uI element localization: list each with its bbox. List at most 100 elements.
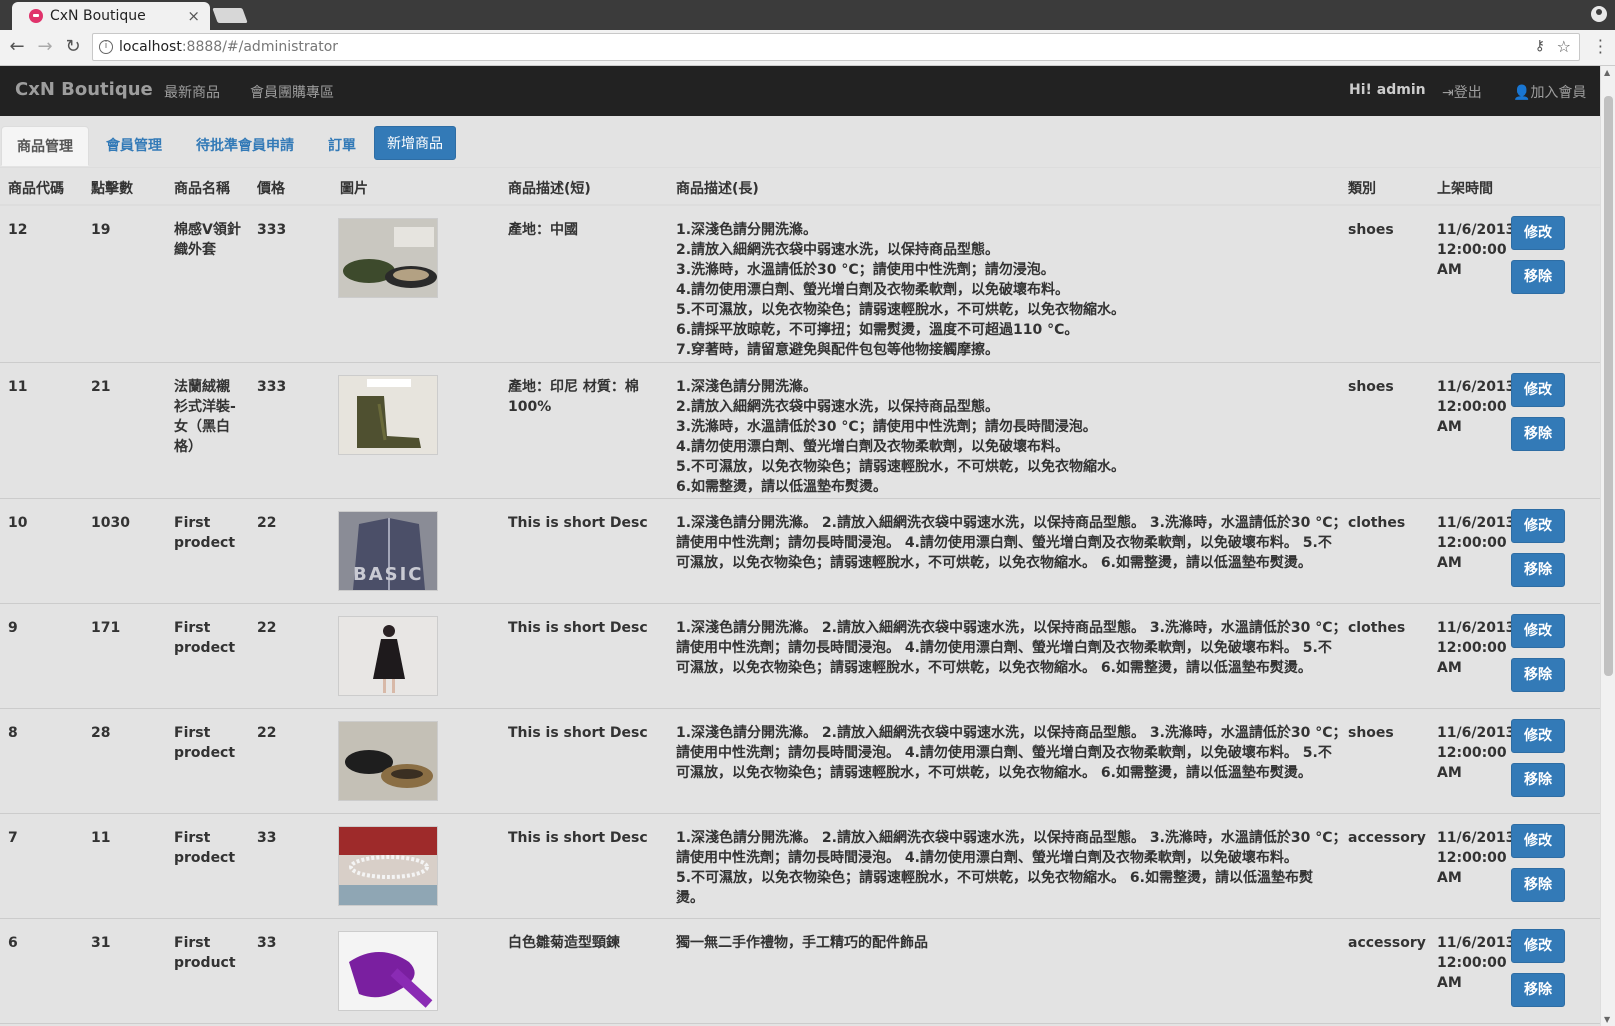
long-description: 1.深淺色請分開洗滌。 2.請放入細網洗衣袋中弱速水洗，以保持商品型態。 3.洗… xyxy=(676,620,1347,676)
nav-link-group-buy[interactable]: 會員團購專區 xyxy=(250,82,334,102)
product-price: 333 xyxy=(257,222,287,238)
join-member-link[interactable]: 👤加入會員 xyxy=(1513,82,1586,102)
header-category: 類別 xyxy=(1348,181,1376,197)
product-price: 33 xyxy=(257,830,277,846)
long-description: 1.深淺色請分開洗滌。 2.請放入細網洗衣袋中弱速水洗，以保持商品型態。 3.洗… xyxy=(676,725,1347,781)
table-row: 6 31 First product 33 白色雛菊造型頸鍊 獨一無二手作禮物，手工精巧的配… xyxy=(0,919,1600,1024)
tab-member-management[interactable]: 會員管理 xyxy=(91,126,177,166)
tab-product-management[interactable]: 商品管理 xyxy=(1,126,89,166)
loafers-photo xyxy=(339,219,437,297)
logout-icon: ⇥ xyxy=(1442,85,1454,101)
nav-link-latest[interactable]: 最新商品 xyxy=(164,82,220,102)
table-row: 7 11 First prodect 33 This is short Desc 1.深淺色… xyxy=(0,814,1600,919)
listed-time: 11/6/2013, 12:00:00 AM xyxy=(1437,725,1521,781)
product-name: First prodect xyxy=(174,620,236,656)
header-clicks: 點擊數 xyxy=(91,181,133,197)
table-row: 8 28 First prodect 22 This is short Desc 1.深淺色… xyxy=(0,709,1600,814)
product-price: 333 xyxy=(257,379,287,395)
choker-photo xyxy=(339,827,437,905)
photo-watermark-text: BASIC xyxy=(353,564,424,585)
product-image xyxy=(338,931,438,1011)
header-price: 價格 xyxy=(257,181,285,197)
edit-button[interactable]: 修改 xyxy=(1511,929,1565,963)
edit-button[interactable]: 修改 xyxy=(1511,373,1565,407)
favicon-icon xyxy=(29,9,43,23)
key-icon[interactable]: ⚷ xyxy=(1535,38,1545,54)
remove-button[interactable]: 移除 xyxy=(1511,260,1565,294)
product-category: accessory xyxy=(1348,830,1426,846)
click-count: 31 xyxy=(91,935,111,951)
edit-button[interactable]: 修改 xyxy=(1511,216,1565,250)
remove-button[interactable]: 移除 xyxy=(1511,417,1565,451)
product-category: accessory xyxy=(1348,935,1426,951)
remove-button[interactable]: 移除 xyxy=(1511,973,1565,1007)
edit-button[interactable]: 修改 xyxy=(1511,614,1565,648)
product-name: First prodect xyxy=(174,515,236,551)
browser-toolbar: ← → ↻ i localhost:8888/#/administrator ⚷… xyxy=(0,30,1615,66)
close-tab-icon[interactable]: × xyxy=(187,7,200,25)
product-id: 11 xyxy=(8,379,28,395)
address-bar[interactable]: i localhost:8888/#/administrator ⚷ ☆ xyxy=(92,33,1580,61)
listed-time: 11/6/2013, 12:00:00 AM xyxy=(1437,379,1521,435)
edit-button[interactable]: 修改 xyxy=(1511,719,1565,753)
bookmark-star-icon[interactable]: ☆ xyxy=(1557,37,1571,56)
tab-pending-members[interactable]: 待批準會員申請 xyxy=(181,126,309,166)
info-icon[interactable]: i xyxy=(99,40,113,54)
page-scrollbar[interactable]: ▲ ▼ xyxy=(1600,66,1615,1026)
remove-button[interactable]: 移除 xyxy=(1511,658,1565,692)
table-row: 11 21 法蘭絨襯 衫式洋裝- 女（黑白 格） 333 產地：印尼 材質：棉 100% 1.深淺… xyxy=(0,363,1600,499)
edit-button[interactable]: 修改 xyxy=(1511,509,1565,543)
header-listed-time: 上架時間 xyxy=(1437,181,1493,197)
click-count: 21 xyxy=(91,379,111,395)
long-description: 1.深淺色請分開洗滌。 2.請放入細網洗衣袋中弱速水洗，以保持商品型態。 3.洗滌時… xyxy=(676,379,1126,495)
new-tab-button[interactable] xyxy=(212,8,248,23)
boots-photo xyxy=(339,376,437,454)
product-price: 22 xyxy=(257,620,277,636)
browser-menu-icon[interactable]: · · · xyxy=(1598,33,1603,61)
product-image xyxy=(338,616,438,696)
short-description: This is short Desc xyxy=(508,830,648,846)
listed-time: 11/6/2013, 12:00:00 AM xyxy=(1437,620,1521,676)
tab-orders[interactable]: 訂單 xyxy=(313,126,371,166)
click-count: 1030 xyxy=(91,515,130,531)
remove-button[interactable]: 移除 xyxy=(1511,868,1565,902)
back-arrow-icon[interactable]: ← xyxy=(6,36,28,58)
product-image: BASIC xyxy=(338,511,438,591)
scroll-up-icon[interactable]: ▲ xyxy=(1604,68,1610,77)
click-count: 19 xyxy=(91,222,111,238)
long-description: 獨一無二手作禮物，手工精巧的配件飾品 xyxy=(676,935,928,951)
product-id: 6 xyxy=(8,935,18,951)
listed-time: 11/6/2013, 12:00:00 AM xyxy=(1437,515,1521,571)
product-table: 商品代碼 點擊數 商品名稱 價格 圖片 商品描述(短) 商品描述(長) 類別 上… xyxy=(0,170,1600,1024)
header-long-desc: 商品描述(長) xyxy=(676,181,759,197)
scrollbar-thumb[interactable] xyxy=(1604,96,1613,676)
scroll-down-icon[interactable]: ▼ xyxy=(1604,1015,1610,1024)
table-row: 9 171 First prodect 22 This is short Desc 1.深淺… xyxy=(0,604,1600,709)
profile-icon[interactable] xyxy=(1591,6,1607,22)
add-product-button[interactable]: 新增商品 xyxy=(374,126,456,160)
long-description: 1.深淺色請分開洗滌。 2.請放入細網洗衣袋中弱速水洗，以保持商品型態。 3.洗… xyxy=(676,830,1347,906)
logout-link[interactable]: ⇥登出 xyxy=(1442,82,1482,102)
browser-tab[interactable]: CxN Boutique × xyxy=(12,2,210,30)
edit-button[interactable]: 修改 xyxy=(1511,824,1565,858)
browser-tabbar: CxN Boutique × xyxy=(0,0,1615,30)
short-description: This is short Desc xyxy=(508,620,648,636)
short-description: This is short Desc xyxy=(508,725,648,741)
dress-photo xyxy=(339,617,437,695)
product-category: shoes xyxy=(1348,379,1394,395)
brand-logo[interactable]: CxN Boutique xyxy=(15,79,153,100)
listed-time: 11/6/2013, 12:00:00 AM xyxy=(1437,222,1521,278)
click-count: 28 xyxy=(91,725,111,741)
remove-button[interactable]: 移除 xyxy=(1511,553,1565,587)
click-count: 11 xyxy=(91,830,111,846)
table-row: 10 1030 First prodect 22 BASIC This is short D… xyxy=(0,499,1600,604)
product-name: First prodect xyxy=(174,725,236,761)
header-short-desc: 商品描述(短) xyxy=(508,181,591,197)
remove-button[interactable]: 移除 xyxy=(1511,763,1565,797)
listed-time: 11/6/2013, 12:00:00 AM xyxy=(1437,935,1521,991)
product-id: 12 xyxy=(8,222,28,238)
long-description: 1.深淺色請分開洗滌。 2.請放入細網洗衣袋中弱速水洗，以保持商品型態。 3.洗滌時… xyxy=(676,222,1126,358)
product-id: 10 xyxy=(8,515,28,531)
forward-arrow-icon[interactable]: → xyxy=(34,36,56,58)
reload-icon[interactable]: ↻ xyxy=(62,36,84,58)
